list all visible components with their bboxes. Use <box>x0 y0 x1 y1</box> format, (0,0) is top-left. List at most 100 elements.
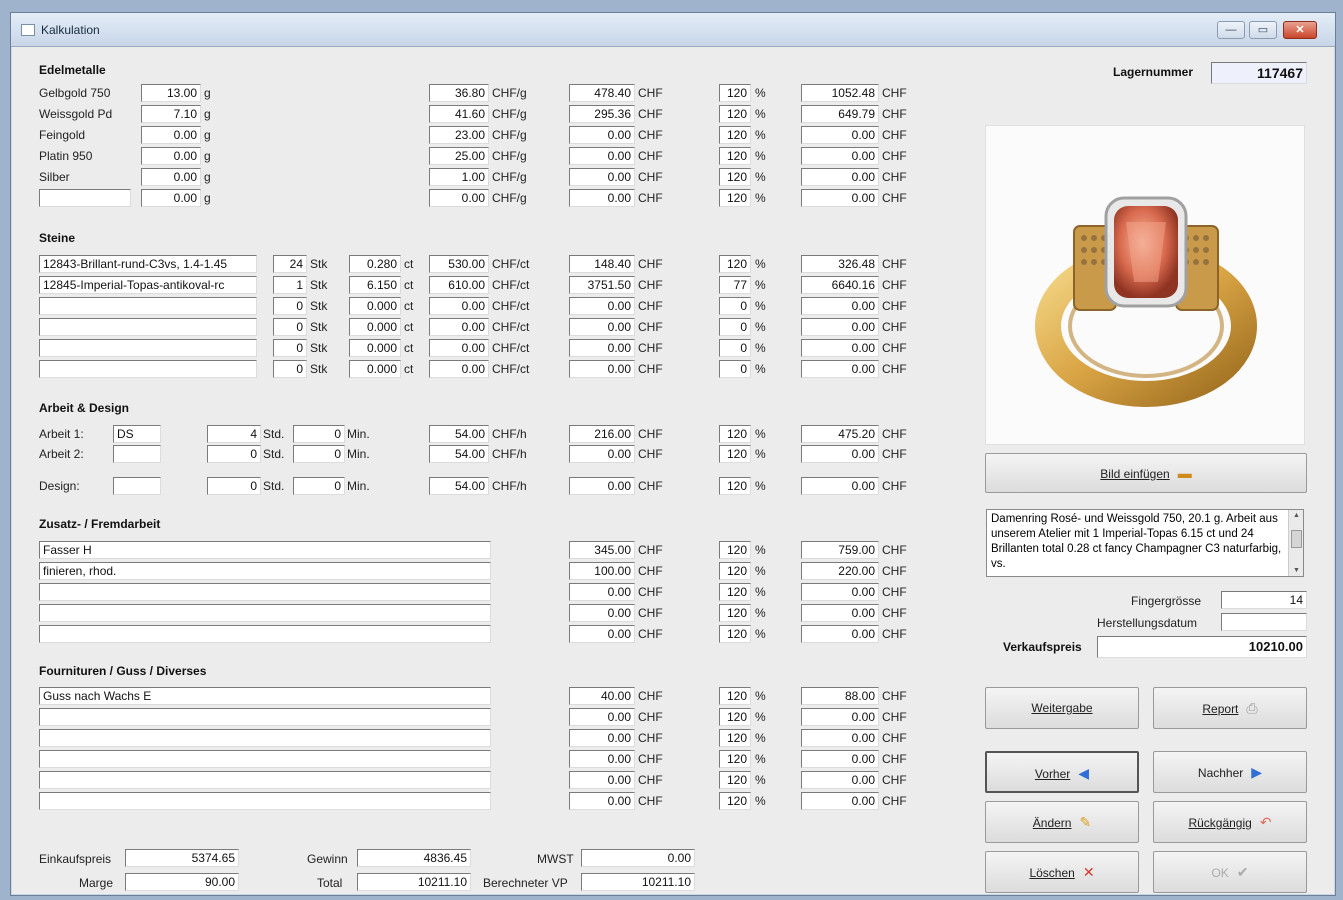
metal-cost-field[interactable]: 0.00 <box>569 147 635 165</box>
zusatz-total-field[interactable]: 0.00 <box>801 625 879 643</box>
stone-name-field[interactable] <box>39 318 257 336</box>
stone-name-field[interactable] <box>39 360 257 378</box>
stone-cost-field[interactable]: 0.00 <box>569 297 635 315</box>
total-field[interactable]: 10211.10 <box>357 873 471 891</box>
metal-total-field[interactable]: 0.00 <box>801 168 879 186</box>
arbeit-min-field[interactable]: 0 <box>293 425 345 443</box>
fourn-cost-field[interactable]: 0.00 <box>569 750 635 768</box>
arbeit-who-field[interactable] <box>113 477 161 495</box>
metal-qty-field[interactable]: 0.00 <box>141 126 201 144</box>
arbeit-cost-field[interactable]: 216.00 <box>569 425 635 443</box>
fourn-cost-field[interactable]: 0.00 <box>569 708 635 726</box>
minimize-button[interactable]: — <box>1217 21 1245 39</box>
stone-stk-field[interactable]: 0 <box>273 339 307 357</box>
arbeit-pct-field[interactable]: 120 <box>719 425 751 443</box>
arbeit-price-field[interactable]: 54.00 <box>429 445 489 463</box>
metal-price-field[interactable]: 23.00 <box>429 126 489 144</box>
fourn-pct-field[interactable]: 120 <box>719 708 751 726</box>
zusatz-desc-field[interactable] <box>39 583 491 601</box>
fourn-desc-field[interactable]: Guss nach Wachs E <box>39 687 491 705</box>
metal-pct-field[interactable]: 120 <box>719 105 751 123</box>
metal-qty-field[interactable]: 7.10 <box>141 105 201 123</box>
stone-cost-field[interactable]: 3751.50 <box>569 276 635 294</box>
description-textarea[interactable]: Damenring Rosé- und Weissgold 750, 20.1 … <box>986 509 1304 577</box>
mwst-field[interactable]: 0.00 <box>581 849 695 867</box>
fourn-pct-field[interactable]: 120 <box>719 729 751 747</box>
maximize-button[interactable]: ▭ <box>1249 21 1277 39</box>
stone-total-field[interactable]: 6640.16 <box>801 276 879 294</box>
metal-price-field[interactable]: 1.00 <box>429 168 489 186</box>
zusatz-pct-field[interactable]: 120 <box>719 604 751 622</box>
zusatz-total-field[interactable]: 759.00 <box>801 541 879 559</box>
stone-pct-field[interactable]: 120 <box>719 255 751 273</box>
report-button[interactable]: Report ⎙ <box>1153 687 1307 729</box>
stone-cost-field[interactable]: 0.00 <box>569 360 635 378</box>
stone-price-field[interactable]: 0.00 <box>429 318 489 336</box>
zusatz-pct-field[interactable]: 120 <box>719 583 751 601</box>
stone-total-field[interactable]: 0.00 <box>801 297 879 315</box>
stone-stk-field[interactable]: 0 <box>273 297 307 315</box>
fourn-desc-field[interactable] <box>39 771 491 789</box>
zusatz-total-field[interactable]: 0.00 <box>801 583 879 601</box>
fourn-desc-field[interactable] <box>39 750 491 768</box>
metal-total-field[interactable]: 0.00 <box>801 126 879 144</box>
metal-cost-field[interactable]: 295.36 <box>569 105 635 123</box>
fourn-cost-field[interactable]: 40.00 <box>569 687 635 705</box>
metal-pct-field[interactable]: 120 <box>719 126 751 144</box>
fourn-total-field[interactable]: 0.00 <box>801 792 879 810</box>
metal-pct-field[interactable]: 120 <box>719 189 751 207</box>
berechneter-vp-field[interactable]: 10211.10 <box>581 873 695 891</box>
arbeit-who-field[interactable]: DS <box>113 425 161 443</box>
stone-total-field[interactable]: 0.00 <box>801 318 879 336</box>
arbeit-total-field[interactable]: 0.00 <box>801 445 879 463</box>
stone-total-field[interactable]: 326.48 <box>801 255 879 273</box>
stone-pct-field[interactable]: 77 <box>719 276 751 294</box>
zusatz-cost-field[interactable]: 0.00 <box>569 625 635 643</box>
einkaufspreis-field[interactable]: 5374.65 <box>125 849 239 867</box>
metal-qty-field[interactable]: 13.00 <box>141 84 201 102</box>
loeschen-button[interactable]: Löschen ✕ <box>985 851 1139 893</box>
arbeit-std-field[interactable]: 0 <box>207 477 261 495</box>
stone-name-field[interactable]: 12843-Brillant-rund-C3vs, 1.4-1.45 <box>39 255 257 273</box>
title-bar[interactable]: Kalkulation — ▭ ✕ <box>11 13 1335 47</box>
fourn-total-field[interactable]: 88.00 <box>801 687 879 705</box>
zusatz-cost-field[interactable]: 345.00 <box>569 541 635 559</box>
stone-stk-field[interactable]: 0 <box>273 318 307 336</box>
stone-ct-field[interactable]: 0.000 <box>349 318 401 336</box>
metal-price-field[interactable]: 25.00 <box>429 147 489 165</box>
fourn-pct-field[interactable]: 120 <box>719 771 751 789</box>
verkaufspreis-field[interactable]: 10210.00 <box>1097 636 1307 658</box>
stone-name-field[interactable] <box>39 297 257 315</box>
aendern-button[interactable]: Ändern ✎ <box>985 801 1139 843</box>
metal-total-field[interactable]: 0.00 <box>801 147 879 165</box>
herstellungsdatum-field[interactable] <box>1221 613 1307 631</box>
weitergabe-button[interactable]: Weitergabe <box>985 687 1139 729</box>
stone-stk-field[interactable]: 24 <box>273 255 307 273</box>
stone-cost-field[interactable]: 0.00 <box>569 318 635 336</box>
stone-ct-field[interactable]: 0.000 <box>349 339 401 357</box>
fourn-pct-field[interactable]: 120 <box>719 687 751 705</box>
arbeit-price-field[interactable]: 54.00 <box>429 477 489 495</box>
zusatz-pct-field[interactable]: 120 <box>719 562 751 580</box>
metal-price-field[interactable]: 41.60 <box>429 105 489 123</box>
arbeit-cost-field[interactable]: 0.00 <box>569 477 635 495</box>
stone-name-field[interactable] <box>39 339 257 357</box>
fourn-desc-field[interactable] <box>39 792 491 810</box>
arbeit-pct-field[interactable]: 120 <box>719 445 751 463</box>
arbeit-std-field[interactable]: 4 <box>207 425 261 443</box>
arbeit-price-field[interactable]: 54.00 <box>429 425 489 443</box>
stone-ct-field[interactable]: 0.000 <box>349 297 401 315</box>
stone-price-field[interactable]: 530.00 <box>429 255 489 273</box>
lagernummer-field[interactable]: 117467 <box>1211 62 1307 84</box>
metal-total-field[interactable]: 1052.48 <box>801 84 879 102</box>
arbeit-total-field[interactable]: 475.20 <box>801 425 879 443</box>
arbeit-who-field[interactable] <box>113 445 161 463</box>
stone-price-field[interactable]: 0.00 <box>429 339 489 357</box>
metal-name-field[interactable] <box>39 189 131 207</box>
fourn-desc-field[interactable] <box>39 729 491 747</box>
fourn-total-field[interactable]: 0.00 <box>801 771 879 789</box>
metal-pct-field[interactable]: 120 <box>719 84 751 102</box>
metal-qty-field[interactable]: 0.00 <box>141 147 201 165</box>
fourn-total-field[interactable]: 0.00 <box>801 750 879 768</box>
metal-price-field[interactable]: 0.00 <box>429 189 489 207</box>
